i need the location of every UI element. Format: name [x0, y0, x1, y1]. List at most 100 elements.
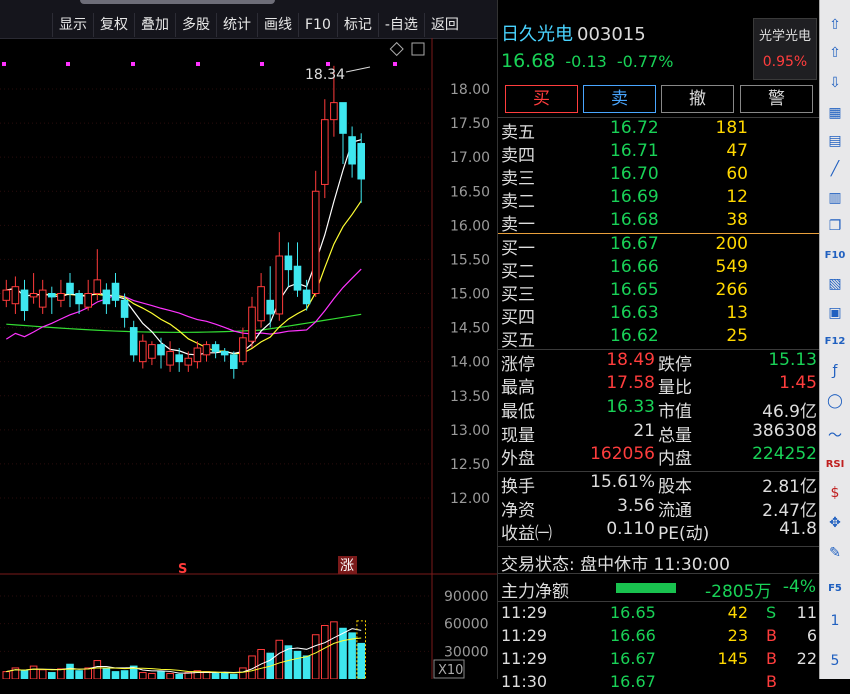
bid-row[interactable]: 买一 16.67 200	[498, 234, 820, 259]
alert-button[interactable]: 警	[740, 85, 813, 113]
candle-body	[148, 344, 156, 359]
ma60-line	[6, 313, 362, 333]
formula-icon[interactable]: ƒ	[824, 360, 846, 382]
volume-bar	[321, 625, 329, 679]
stat-label: 净资	[501, 501, 535, 521]
price-tick-label: 14.00	[450, 355, 490, 371]
candle-body	[293, 265, 302, 291]
edit-icon[interactable]: ▣	[824, 302, 846, 324]
candle-body	[202, 344, 211, 356]
tick-volume: 42	[727, 603, 748, 622]
num-icon-2[interactable]: 5	[824, 650, 846, 672]
toolbar-button-stats[interactable]: 统计	[216, 13, 257, 37]
candle-body	[321, 119, 329, 185]
ask-row[interactable]: 卖四 16.71 47	[498, 141, 820, 166]
price-change: -0.13	[565, 52, 607, 71]
main-force-row[interactable]: 主力净额 -2805万 -4%	[498, 575, 820, 602]
price-tick-label: 17.50	[450, 116, 490, 132]
indicator-dot	[196, 62, 200, 66]
chart-toolbar: 显示 复权 叠加 多股 统计 画线 F10 标记 -自选 返回	[0, 0, 497, 39]
toolbar-button-adjust[interactable]: 复权	[93, 13, 134, 37]
down-arrow-icon[interactable]: ⇩	[824, 72, 846, 94]
ask-volume: 60	[726, 164, 748, 184]
tick-price: 16.67	[610, 672, 656, 691]
f5-icon[interactable]: F5	[824, 578, 846, 600]
volume-unit-label: X10	[438, 663, 463, 678]
concept-badge[interactable]: 光学光电 0.95%	[753, 18, 817, 80]
candle-body	[230, 354, 238, 369]
ask-volume: 47	[726, 141, 748, 161]
f10-icon[interactable]: F10	[824, 245, 846, 267]
dollar-icon[interactable]: $	[824, 482, 846, 504]
bid-row[interactable]: 买四 16.63 13	[498, 303, 820, 328]
volume-bar	[57, 668, 65, 679]
ask-row[interactable]: 卖一 16.68 38	[498, 210, 820, 235]
volume-bar	[139, 672, 147, 679]
bid-row[interactable]: 买五 16.62 25	[498, 326, 820, 351]
window-drag-handle[interactable]	[80, 0, 275, 4]
stat-label: 流通	[658, 501, 692, 521]
diamond-icon[interactable]	[389, 41, 404, 57]
up-arrow-icon[interactable]: ⇧	[824, 14, 846, 36]
indicator-dot	[393, 62, 397, 66]
bid-row[interactable]: 买三 16.65 266	[498, 280, 820, 305]
ask-price: 16.69	[610, 187, 659, 207]
f12-icon[interactable]: F12	[824, 331, 846, 353]
candle-body	[157, 344, 165, 356]
ask-row[interactable]: 卖三 16.70 60	[498, 164, 820, 189]
kline-chart[interactable]: 18.00 17.50 17.00 16.50 16.00 15.50 15.00 14.50…	[0, 38, 497, 679]
grid-icon[interactable]: ▤	[824, 130, 846, 152]
toolbar-button-f10[interactable]: F10	[298, 13, 337, 37]
stat-label: 量比	[658, 378, 692, 398]
price-tick-label: 15.00	[450, 287, 490, 303]
panel-toggle-icon[interactable]	[411, 42, 425, 56]
num-icon[interactable]: 1	[824, 610, 846, 632]
candle-icon[interactable]: ▥	[824, 187, 846, 209]
ask-row[interactable]: 卖二 16.69 12	[498, 187, 820, 212]
toolbar-button-multi[interactable]: 多股	[175, 13, 216, 37]
tick-price: 16.66	[610, 626, 656, 645]
toolbar-button-overlay[interactable]: 叠加	[134, 13, 175, 37]
finance-icon[interactable]: ▧	[824, 273, 846, 295]
volume-bar	[175, 673, 183, 679]
ask-price: 16.70	[610, 164, 659, 184]
toolbar-button-back[interactable]: 返回	[423, 13, 465, 37]
volume-bar	[48, 672, 56, 679]
stat-value: 15.61%	[590, 472, 655, 492]
tick-time: 11:29	[501, 649, 548, 668]
buy-button[interactable]: 买	[505, 85, 578, 113]
volume-tick-label: 30000	[444, 644, 489, 660]
wave-icon[interactable]: 〜	[824, 425, 846, 447]
stat-value: 15.13	[768, 350, 817, 370]
bid-row[interactable]: 买二 16.66 549	[498, 257, 820, 282]
tick-direction: S	[766, 603, 777, 622]
line-chart-icon[interactable]: ╱	[824, 158, 846, 180]
toolbar-button-display[interactable]: 显示	[52, 13, 93, 37]
price-tick-label: 15.50	[450, 252, 490, 268]
toolbar-button-remove-watch[interactable]: -自选	[377, 13, 424, 37]
cancel-order-button[interactable]: 撤	[661, 85, 734, 113]
stat-label: 最低	[501, 402, 535, 422]
price-tick-label: 13.00	[450, 423, 490, 439]
toolbar-button-draw[interactable]: 画线	[257, 13, 298, 37]
ask-volume: 38	[726, 210, 748, 230]
tick-row: 11:29 16.66 23 B 6	[498, 626, 820, 648]
candle-body	[57, 293, 65, 301]
candle-body	[239, 337, 247, 363]
up-outline-arrow-icon[interactable]: ⇧	[824, 42, 846, 64]
tick-time: 11:30	[501, 672, 548, 691]
report-icon[interactable]: ▦	[824, 102, 846, 124]
volume-bar	[102, 668, 111, 679]
rsi-icon[interactable]: RSI	[824, 454, 846, 476]
ask-row[interactable]: 卖五 16.72 181	[498, 118, 820, 143]
toolbar-button-mark[interactable]: 标记	[336, 13, 378, 37]
move-icon[interactable]: ✥	[824, 512, 846, 534]
stock-name[interactable]: 日久光电	[501, 24, 573, 45]
sell-button[interactable]: 卖	[583, 85, 656, 113]
pen-icon[interactable]: ✎	[824, 542, 846, 564]
bid-label: 买五	[501, 331, 535, 351]
indicator-dot	[326, 62, 330, 66]
ma10-line	[6, 200, 362, 355]
circle-icon[interactable]: ◯	[824, 390, 846, 412]
copy-icon[interactable]: ❐	[824, 215, 846, 237]
